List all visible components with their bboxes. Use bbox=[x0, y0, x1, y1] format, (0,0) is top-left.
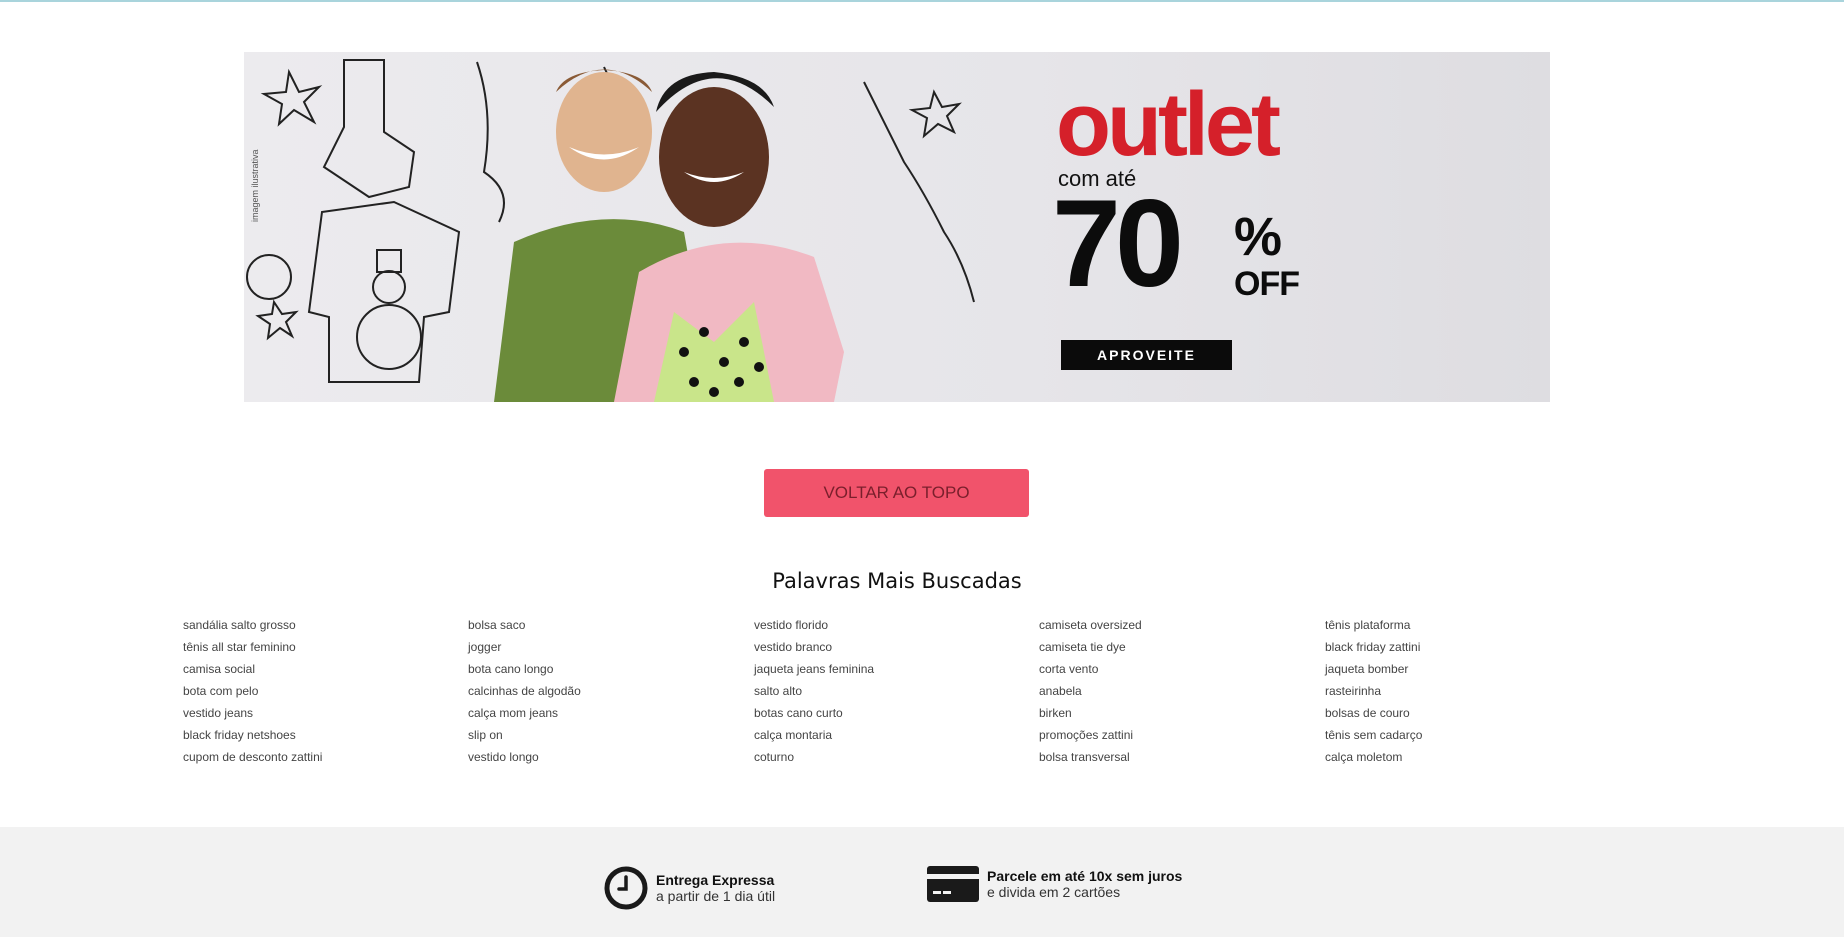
keyword-link[interactable]: calça moletom bbox=[1325, 749, 1422, 771]
stocking-doodle bbox=[322, 59, 416, 199]
star-doodle-2 bbox=[255, 299, 299, 341]
illustration-note: imagem ilustrativa bbox=[250, 149, 260, 222]
keyword-link[interactable]: tênis plataforma bbox=[1325, 617, 1422, 639]
keyword-link[interactable]: corta vento bbox=[1039, 661, 1142, 683]
banner-illustration bbox=[246, 59, 975, 402]
benefit-express-delivery: Entrega Expressa a partir de 1 dia útil bbox=[604, 866, 775, 910]
benefits-bar bbox=[0, 827, 1844, 937]
benefit-title: Entrega Expressa bbox=[656, 872, 775, 888]
aproveite-button[interactable]: APROVEITE bbox=[1061, 340, 1232, 370]
keyword-link[interactable]: bota cano longo bbox=[468, 661, 581, 683]
keyword-link[interactable]: calça montaria bbox=[754, 727, 874, 749]
keyword-link[interactable]: salto alto bbox=[754, 683, 874, 705]
keyword-link[interactable]: anabela bbox=[1039, 683, 1142, 705]
keyword-link[interactable]: camiseta tie dye bbox=[1039, 639, 1142, 661]
keyword-link[interactable]: vestido branco bbox=[754, 639, 874, 661]
keyword-link[interactable]: slip on bbox=[468, 727, 581, 749]
benefit-title: Parcele em até 10x sem juros bbox=[987, 868, 1183, 884]
keywords-title: Palavras Mais Buscadas bbox=[772, 569, 1022, 593]
benefit-installments: Parcele em até 10x sem juros e divida em… bbox=[927, 866, 1182, 902]
keyword-link[interactable]: botas cano curto bbox=[754, 705, 874, 727]
keyword-link[interactable]: jogger bbox=[468, 639, 581, 661]
keyword-link[interactable]: black friday netshoes bbox=[183, 727, 322, 749]
back-to-top-button[interactable]: VOLTAR AO TOPO bbox=[764, 469, 1029, 517]
keyword-link[interactable]: camiseta oversized bbox=[1039, 617, 1142, 639]
ornament-doodle bbox=[246, 254, 292, 300]
star-doodle bbox=[260, 68, 323, 127]
tree-doodle-left bbox=[476, 61, 505, 223]
keyword-link[interactable]: black friday zattini bbox=[1325, 639, 1422, 661]
keyword-link[interactable]: calça mom jeans bbox=[468, 705, 581, 727]
keywords-column-5: tênis plataforma black friday zattini ja… bbox=[1325, 617, 1422, 771]
discount-percent: % bbox=[1234, 207, 1283, 267]
top-divider bbox=[0, 0, 1844, 2]
clock-icon bbox=[604, 866, 648, 910]
keywords-column-3: vestido florido vestido branco jaqueta j… bbox=[754, 617, 874, 771]
keyword-link[interactable]: tênis all star feminino bbox=[183, 639, 322, 661]
keywords-column-1: sandália salto grosso tênis all star fem… bbox=[183, 617, 322, 771]
keyword-link[interactable]: tênis sem cadarço bbox=[1325, 727, 1422, 749]
discount-number: 70 bbox=[1052, 175, 1184, 313]
keyword-link[interactable]: bota com pelo bbox=[183, 683, 322, 705]
keyword-link[interactable]: cupom de desconto zattini bbox=[183, 749, 322, 771]
keyword-link[interactable]: bolsa saco bbox=[468, 617, 581, 639]
keyword-link[interactable]: bolsa transversal bbox=[1039, 749, 1142, 771]
keyword-link[interactable]: birken bbox=[1039, 705, 1142, 727]
keywords-column-2: bolsa saco jogger bota cano longo calcin… bbox=[468, 617, 581, 771]
sweater-doodle bbox=[307, 200, 461, 383]
keyword-link[interactable]: calcinhas de algodão bbox=[468, 683, 581, 705]
keyword-link[interactable]: bolsas de couro bbox=[1325, 705, 1422, 727]
keyword-link[interactable]: coturno bbox=[754, 749, 874, 771]
keyword-link[interactable]: camisa social bbox=[183, 661, 322, 683]
keywords-column-4: camiseta oversized camiseta tie dye cort… bbox=[1039, 617, 1142, 771]
benefit-subtitle: a partir de 1 dia útil bbox=[656, 888, 776, 904]
keyword-link[interactable]: jaqueta bomber bbox=[1325, 661, 1422, 683]
keyword-link[interactable]: rasteirinha bbox=[1325, 683, 1422, 705]
discount-off: OFF bbox=[1234, 265, 1300, 303]
outlet-headline: outlet bbox=[1056, 75, 1281, 175]
keyword-link[interactable]: vestido longo bbox=[468, 749, 581, 771]
snowman-doodle bbox=[356, 249, 422, 370]
keyword-link[interactable]: jaqueta jeans feminina bbox=[754, 661, 874, 683]
credit-card-icon bbox=[927, 866, 979, 902]
tree-doodle-right bbox=[863, 81, 975, 303]
keyword-link[interactable]: sandália salto grosso bbox=[183, 617, 322, 639]
keyword-link[interactable]: promoções zattini bbox=[1039, 727, 1142, 749]
keyword-link[interactable]: vestido florido bbox=[754, 617, 874, 639]
benefit-subtitle: e divida em 2 cartões bbox=[987, 884, 1121, 900]
star-doodle-3 bbox=[908, 89, 962, 139]
outlet-promo-banner[interactable]: imagem ilustrativa outlet com até 70 % O… bbox=[244, 52, 1550, 402]
keyword-link[interactable]: vestido jeans bbox=[183, 705, 322, 727]
